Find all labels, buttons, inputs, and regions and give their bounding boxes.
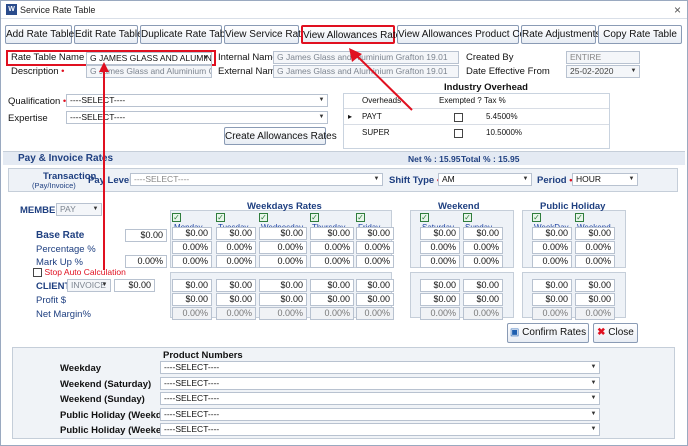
annotation-arrow-1-head [99,62,109,72]
annotation-arrows [99,48,413,270]
annotation-arrow-2 [354,53,413,111]
